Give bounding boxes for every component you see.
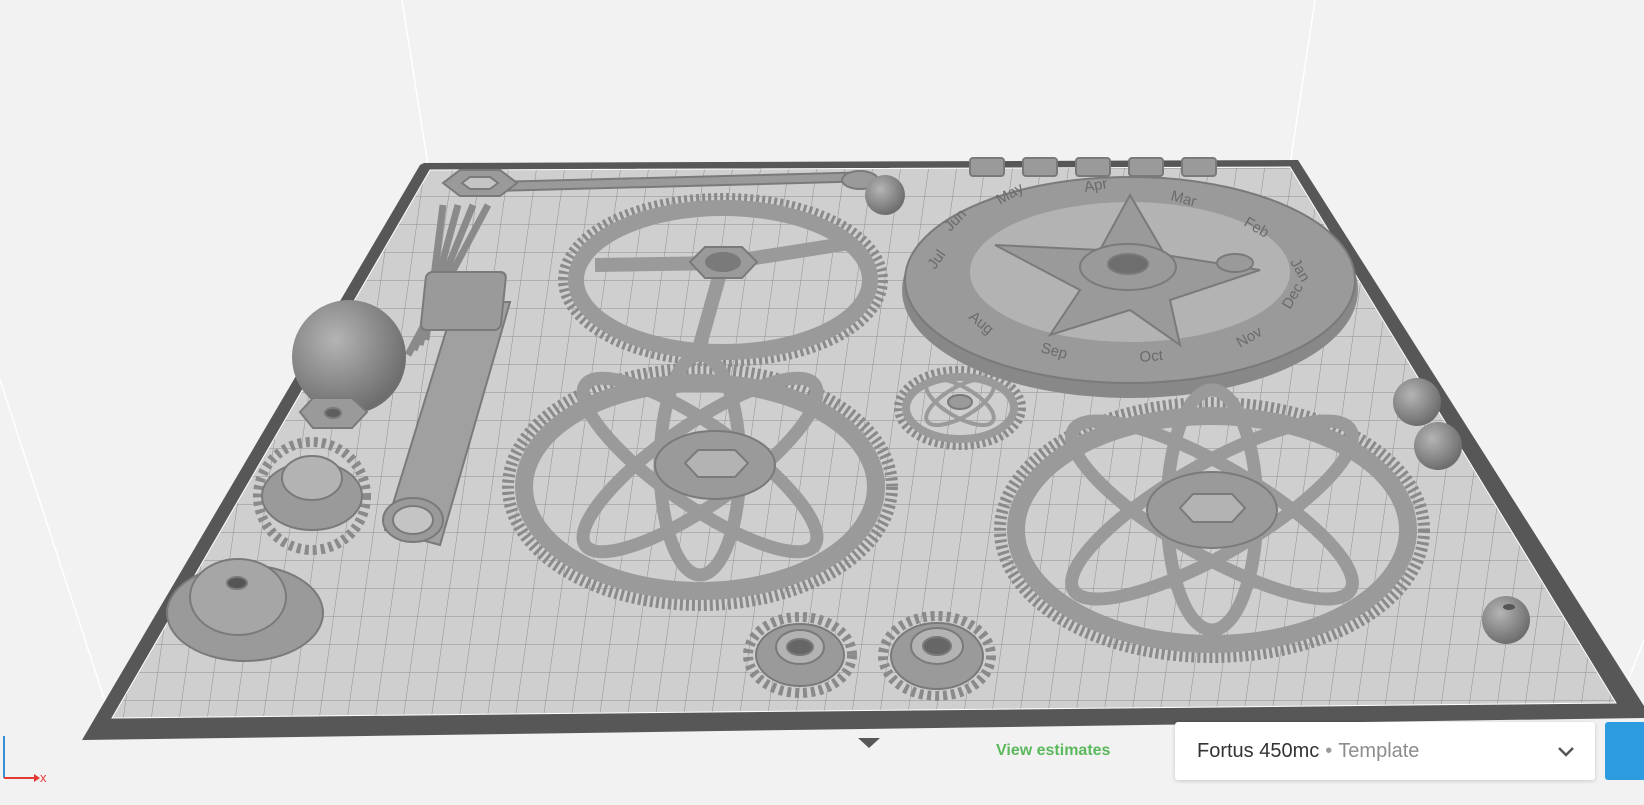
month-label: Oct: [1139, 347, 1165, 366]
chevron-down-icon[interactable]: [1555, 740, 1577, 762]
printer-profile: Template: [1338, 739, 1420, 762]
sphere-small-right-3[interactable]: [1482, 596, 1530, 644]
printer-separator: •: [1325, 739, 1333, 762]
sphere-small-right-1[interactable]: [1393, 378, 1441, 426]
printer-name: Fortus 450mc: [1197, 739, 1320, 762]
primary-action-button[interactable]: [1605, 722, 1644, 780]
printer-profile-select[interactable]: Fortus 450mc • Template: [1175, 722, 1595, 780]
3d-viewport[interactable]: May Apr Mar Feb Jan Dec Nov Oct Sep Aug …: [0, 0, 1644, 805]
hex-nut[interactable]: [298, 397, 369, 429]
sphere-large[interactable]: [292, 300, 406, 414]
axis-x-label: x: [40, 770, 47, 785]
sphere-small-right-2[interactable]: [1414, 422, 1462, 470]
axis-gizmo-icon: x: [3, 736, 47, 785]
sphere-small-top[interactable]: [865, 175, 905, 215]
view-estimates-link[interactable]: View estimates: [996, 742, 1110, 760]
